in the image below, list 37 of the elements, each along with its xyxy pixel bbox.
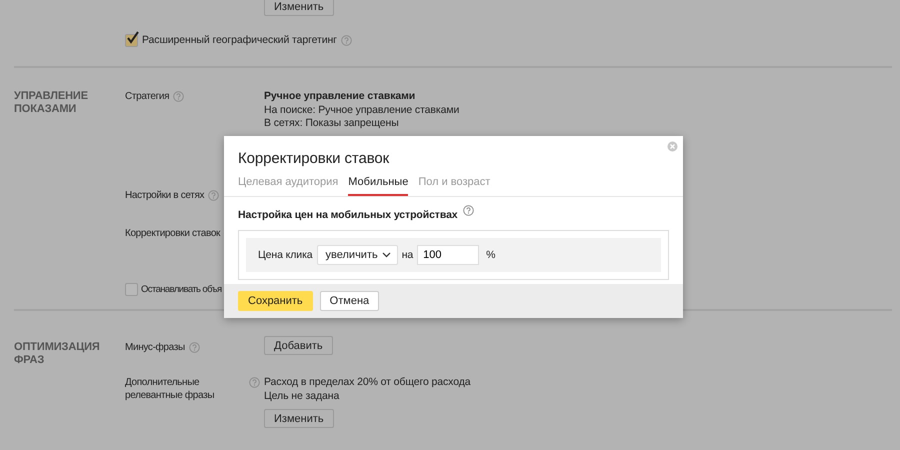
field-label: Настройки в сетях <box>125 189 204 202</box>
setting-value: Ручное управление ставками <box>264 90 416 104</box>
checkbox-label: Останавливать объя <box>141 283 222 296</box>
help-icon[interactable] <box>462 205 474 216</box>
close-icon[interactable] <box>667 141 678 152</box>
tab[interactable]: Мобильные <box>348 176 408 196</box>
save-button[interactable]: Сохранить <box>238 291 313 311</box>
help-icon[interactable] <box>173 91 184 102</box>
action-dropdown[interactable]: увеличить <box>316 245 398 265</box>
field-label: на <box>402 249 414 261</box>
setting-value: В сетях: Показы запрещены <box>264 117 400 130</box>
setting-value: Цель не задана <box>264 390 340 403</box>
help-icon[interactable] <box>208 190 220 201</box>
setting-value: На поиске: Ручное управление ставками <box>264 104 460 117</box>
field-label: Цена клика <box>258 249 313 261</box>
dialog-title: Корректировки ставок <box>238 150 390 167</box>
checkbox[interactable] <box>125 34 138 46</box>
percent-field[interactable]: 100 <box>417 245 480 265</box>
action-button[interactable]: Добавить <box>264 336 333 355</box>
checkbox-label: Расширенный географический таргетинг <box>142 34 337 46</box>
caret-icon <box>382 252 391 258</box>
field-label: Минус-фразы <box>125 341 185 354</box>
section-heading: Настройка цен на мобильных устройствах <box>238 209 458 221</box>
unit-label: % <box>486 249 496 261</box>
change-button[interactable]: Изменить <box>264 0 334 16</box>
field-label: Корректировки ставок <box>125 227 220 240</box>
checkbox[interactable] <box>125 283 138 296</box>
cancel-button[interactable]: Отмена <box>320 291 380 311</box>
section-title: УПРАВЛЕНИЕ ПОКАЗАМИ <box>14 90 89 116</box>
field-label: Стратегия <box>125 90 170 103</box>
help-icon[interactable] <box>188 342 200 353</box>
field-label: Дополнительные релевантные фразы <box>125 376 216 402</box>
help-icon[interactable] <box>249 377 260 388</box>
section-title: ОПТИМИЗАЦИЯ ФРАЗ <box>14 341 101 367</box>
setting-value: Расход в пределах 20% от общего расхода <box>264 376 472 390</box>
action-button[interactable]: Изменить <box>264 409 334 428</box>
help-icon[interactable] <box>340 35 352 46</box>
